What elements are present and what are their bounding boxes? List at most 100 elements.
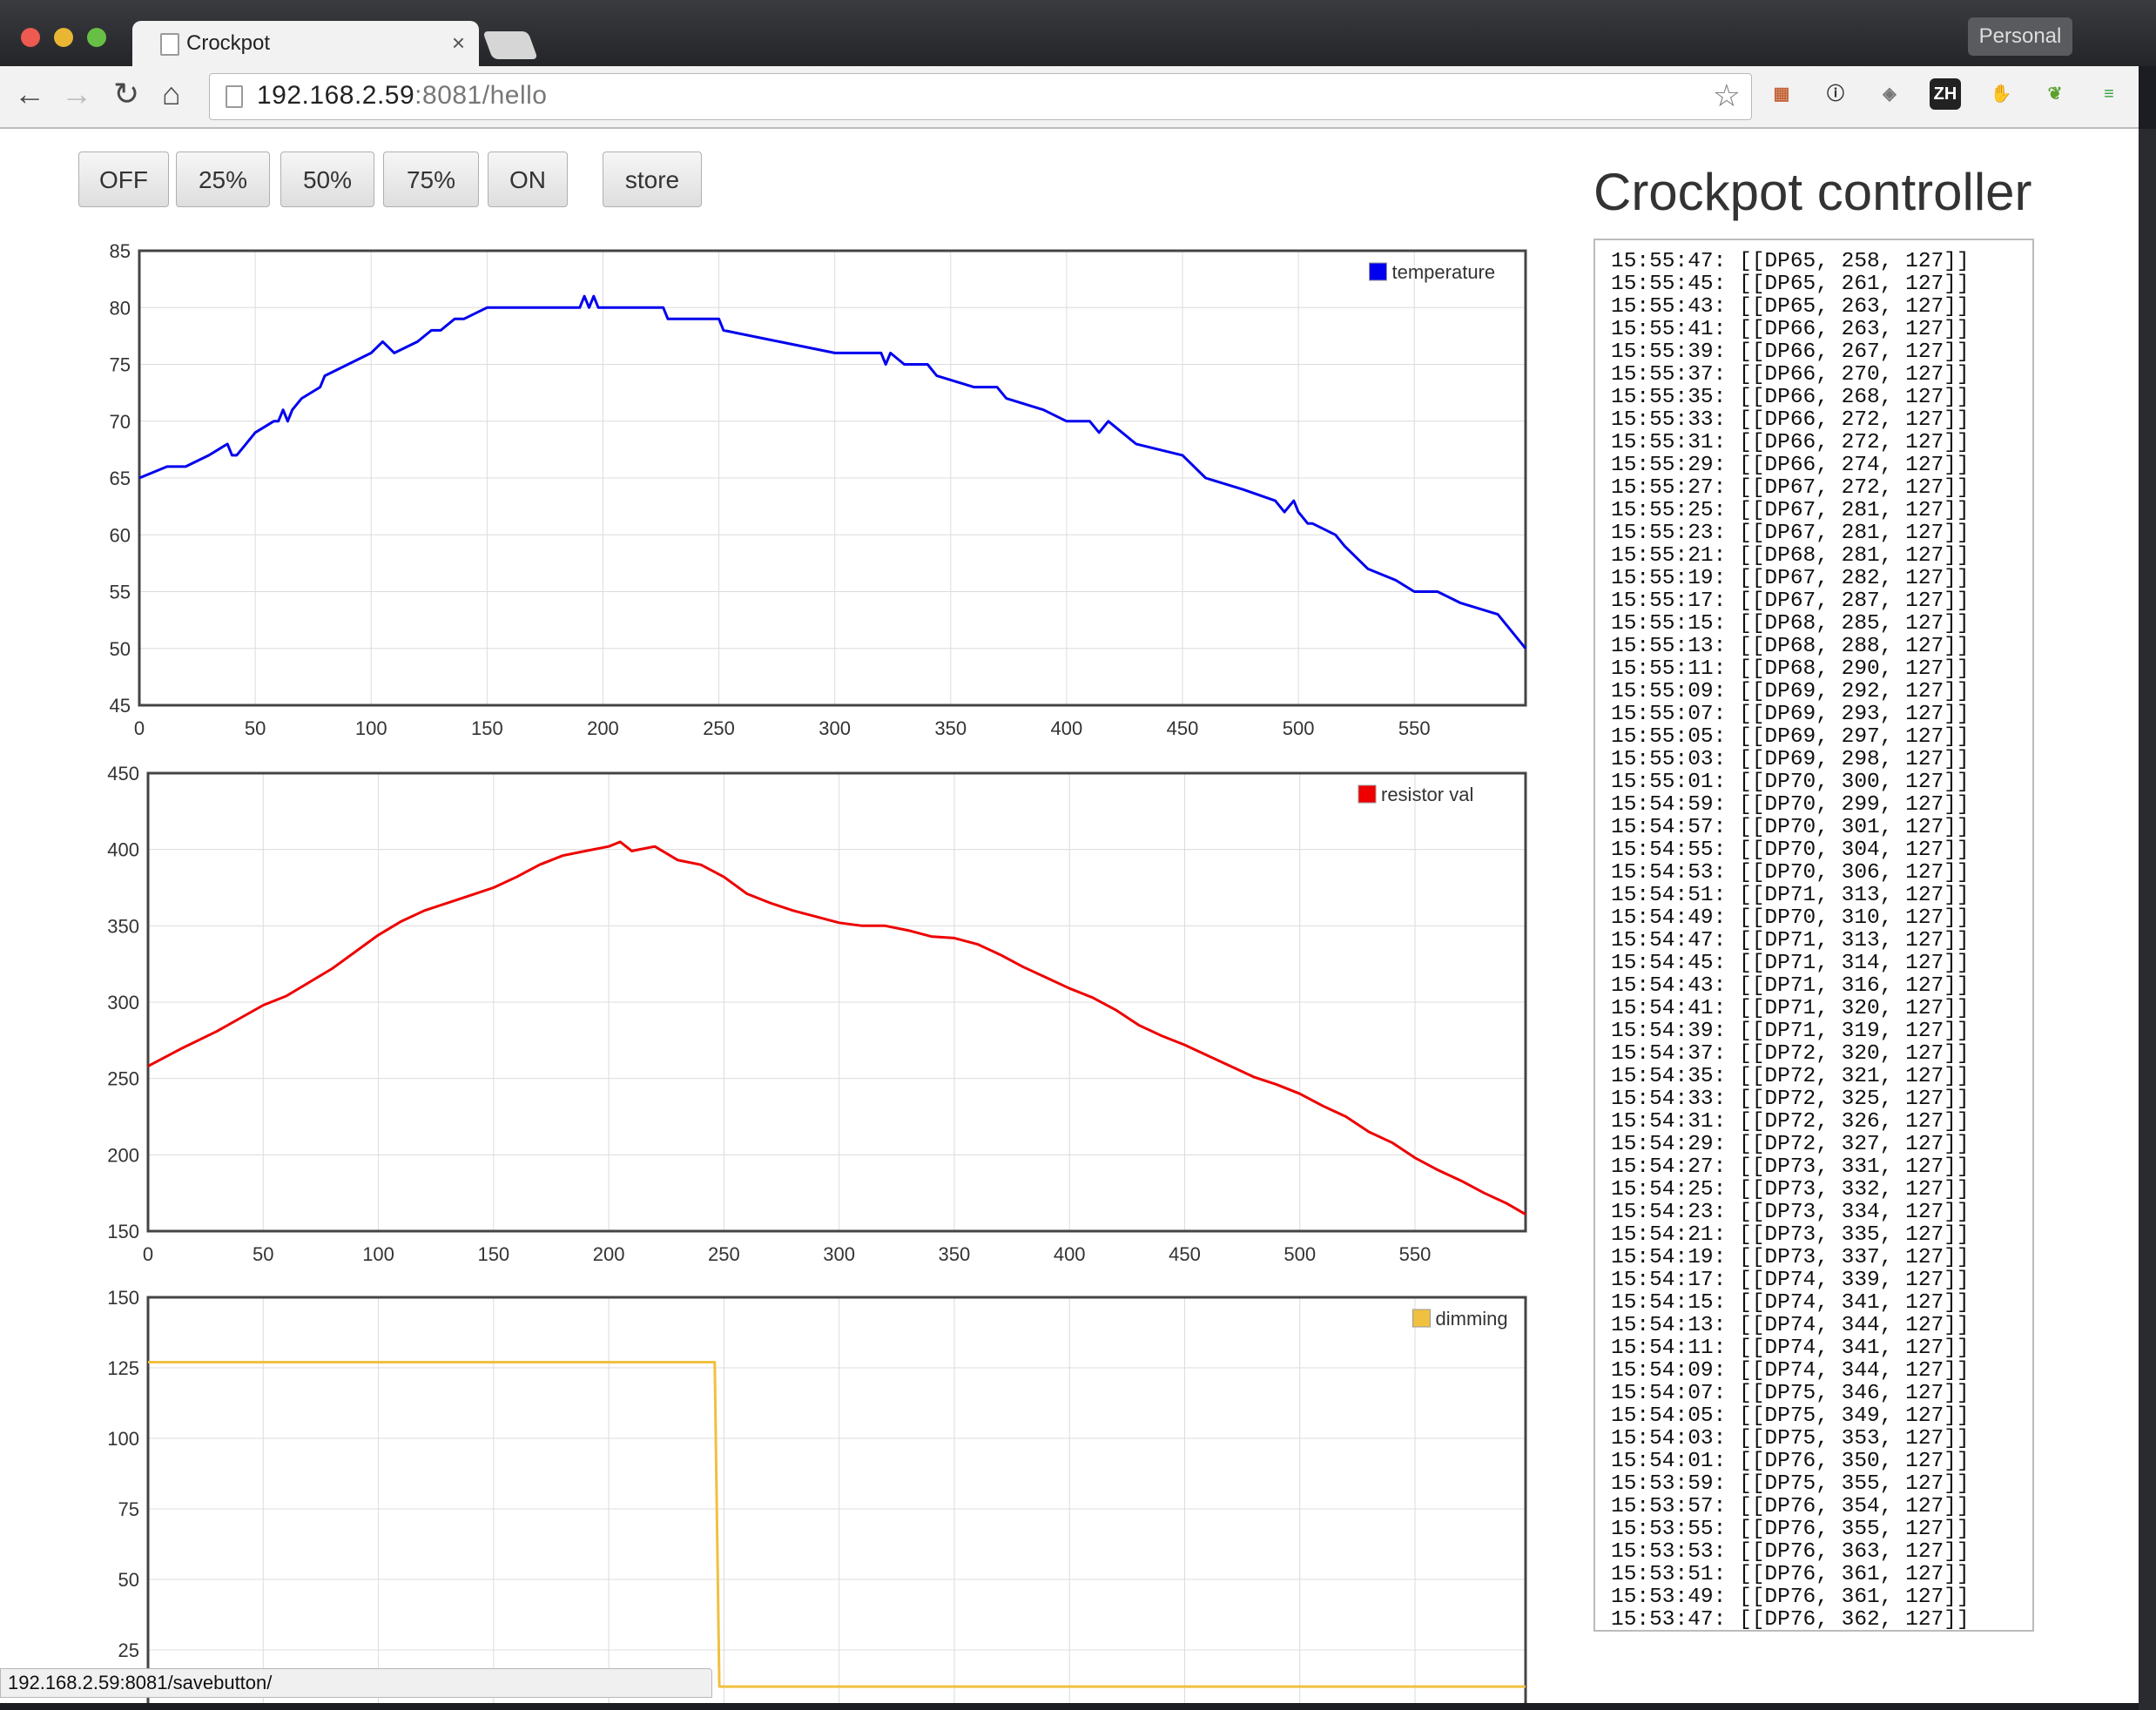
log-entry: 15:54:35: [[DP72, 321, 127]] (1611, 1065, 1970, 1088)
log-entry: 15:54:59: [[DP70, 299, 127]] (1611, 793, 1970, 817)
log-entry: 15:54:03: [[DP75, 353, 127]] (1611, 1427, 1970, 1451)
log-entry: 15:54:49: [[DP70, 310, 127]] (1611, 906, 1970, 930)
page-content: OFF 25% 50% 75% ON store 0 50 100 150 200 250… (0, 129, 2139, 1703)
info-icon[interactable]: ⓘ (1820, 78, 1851, 110)
log-entry: 15:53:59: [[DP75, 355, 127]] (1611, 1472, 1970, 1496)
new-tab-button[interactable] (482, 31, 538, 59)
25-percent-button[interactable]: 25% (176, 151, 270, 207)
log-entry: 15:54:27: [[DP73, 331, 127]] (1611, 1155, 1970, 1179)
log-entry: 15:54:21: [[DP73, 335, 127]] (1611, 1223, 1970, 1247)
y-tick-label: 100 (107, 1428, 139, 1450)
tab-crockpot[interactable]: Crockpot × (132, 21, 479, 66)
log-entry: 15:55:23: [[DP67, 281, 127]] (1611, 522, 1970, 545)
y-tick-label: 50 (118, 1569, 139, 1591)
legend: dimming (1412, 1308, 1508, 1330)
y-tick-label: 75 (110, 354, 131, 376)
x-tick-label: 300 (819, 717, 851, 739)
x-tick-label: 500 (1283, 1243, 1316, 1265)
zh-icon[interactable]: ZH (1930, 78, 1961, 110)
menu-icon[interactable]: ≡ (2093, 78, 2125, 110)
evernote-icon[interactable]: ❦ (2039, 78, 2071, 110)
x-tick-label: 100 (362, 1243, 394, 1265)
x-tick-label: 200 (587, 717, 619, 739)
x-tick-label: 150 (477, 1243, 509, 1265)
page-title: Crockpot controller (1593, 163, 2032, 221)
log-entry: 15:55:11: [[DP68, 290, 127]] (1611, 657, 1970, 681)
log-entry: 15:55:01: [[DP70, 300, 127]] (1611, 771, 1970, 794)
log-entry: 15:55:15: [[DP68, 285, 127]] (1611, 612, 1970, 636)
log-entry: 15:55:29: [[DP66, 274, 127]] (1611, 454, 1970, 477)
zoom-window-icon[interactable] (87, 28, 106, 47)
y-tick-label: 80 (110, 297, 131, 319)
reload-icon[interactable]: ↻ (113, 75, 139, 113)
y-tick-label: 55 (110, 582, 131, 603)
close-window-icon[interactable] (21, 28, 40, 47)
log-entry: 15:55:47: [[DP65, 258, 127]] (1611, 250, 1970, 273)
50-percent-button[interactable]: 50% (280, 151, 374, 207)
forward-icon[interactable]: → (61, 75, 92, 113)
x-tick-label: 0 (134, 717, 145, 739)
x-tick-label: 100 (355, 717, 387, 739)
y-tick-label: 450 (107, 763, 139, 784)
on-button[interactable]: ON (488, 151, 568, 207)
legend-swatch (1358, 784, 1377, 804)
address-bar[interactable]: 192.168.2.59:8081/hello ☆ (209, 73, 1752, 120)
log-entry: 15:54:43: [[DP71, 316, 127]] (1611, 974, 1970, 998)
log-entry: 15:55:37: [[DP66, 270, 127]] (1611, 363, 1970, 387)
browser-toolbar: ← → ↻ ⌂ 192.168.2.59:8081/hello ☆ ▦ ⓘ ◈ ZH ✋… (0, 66, 2139, 129)
legend-swatch (1412, 1309, 1431, 1328)
log-entry: 15:53:53: [[DP76, 363, 127]] (1611, 1540, 1970, 1564)
log-entry: 15:55:39: [[DP66, 267, 127]] (1611, 340, 1970, 364)
log-entry: 15:53:49: [[DP76, 361, 127]] (1611, 1585, 1970, 1609)
log-entry: 15:55:07: [[DP69, 293, 127]] (1611, 703, 1970, 726)
log-entry: 15:55:27: [[DP67, 272, 127]] (1611, 476, 1970, 500)
log-panel[interactable]: 15:55:47: [[DP65, 258, 127]] 15:55:45: [[… (1593, 239, 2034, 1632)
log-entry: 15:55:09: [[DP69, 292, 127]] (1611, 680, 1970, 704)
log-entry: 15:54:01: [[DP76, 350, 127]] (1611, 1450, 1970, 1473)
75-percent-button[interactable]: 75% (383, 151, 479, 207)
log-entry: 15:55:19: [[DP67, 282, 127]] (1611, 567, 1970, 590)
minimize-window-icon[interactable] (54, 28, 73, 47)
toolbox-icon[interactable]: ◈ (1874, 78, 1905, 110)
y-tick-label: 150 (107, 1221, 139, 1242)
y-tick-label: 125 (107, 1357, 139, 1379)
log-entry: 15:55:25: [[DP67, 281, 127]] (1611, 499, 1970, 522)
y-tick-label: 250 (107, 1068, 139, 1090)
x-tick-label: 450 (1169, 1243, 1201, 1265)
hand-icon[interactable]: ✋ (1985, 78, 2017, 110)
page-icon (160, 33, 179, 56)
log-entry: 15:53:55: [[DP76, 355, 127]] (1611, 1518, 1970, 1541)
y-tick-label: 300 (107, 992, 139, 1013)
log-entry: 15:54:15: [[DP74, 341, 127]] (1611, 1291, 1970, 1315)
store-button[interactable]: store (603, 151, 702, 207)
log-entry: 15:54:41: [[DP71, 320, 127]] (1611, 997, 1970, 1020)
log-list: 15:55:47: [[DP65, 258, 127]] 15:55:45: [[… (1595, 240, 2032, 1631)
home-icon[interactable]: ⌂ (162, 75, 181, 113)
y-tick-label: 400 (107, 839, 139, 861)
log-entry: 15:54:09: [[DP74, 344, 127]] (1611, 1359, 1970, 1383)
bookmark-star-icon[interactable]: ☆ (1713, 77, 1741, 114)
log-entry: 15:54:23: [[DP73, 334, 127]] (1611, 1201, 1970, 1224)
log-entry: 15:55:43: [[DP65, 263, 127]] (1611, 295, 1970, 319)
y-tick-label: 25 (118, 1639, 139, 1661)
log-entry: 15:55:03: [[DP69, 298, 127]] (1611, 748, 1970, 771)
y-tick-label: 45 (110, 695, 131, 717)
address-url[interactable]: 192.168.2.59:8081/hello (257, 81, 547, 111)
temperature-chart: 0 50 100 150 200 250 300 350 400 450 500 550 45 50 55 6… (110, 240, 1527, 739)
status-bar-url: 192.168.2.59:8081/savebutton/ (0, 1668, 712, 1698)
x-tick-label: 150 (471, 717, 503, 739)
y-tick-label: 200 (107, 1144, 139, 1166)
off-button[interactable]: OFF (78, 151, 169, 207)
log-entry: 15:54:57: [[DP70, 301, 127]] (1611, 816, 1970, 839)
legend: temperature (1369, 261, 1495, 283)
x-tick-label: 300 (823, 1243, 855, 1265)
y-tick-label: 70 (110, 411, 131, 433)
legend-label: resistor val (1381, 784, 1473, 805)
clapperboard-icon[interactable]: ▦ (1766, 78, 1797, 110)
log-entry: 15:54:29: [[DP72, 327, 127]] (1611, 1133, 1970, 1156)
back-icon[interactable]: ← (14, 75, 45, 113)
series-line-dimming (148, 1361, 1526, 1688)
profile-button[interactable]: Personal (1968, 17, 2072, 56)
tab-close-icon[interactable]: × (452, 30, 465, 57)
plot-frame (146, 1296, 1527, 1703)
